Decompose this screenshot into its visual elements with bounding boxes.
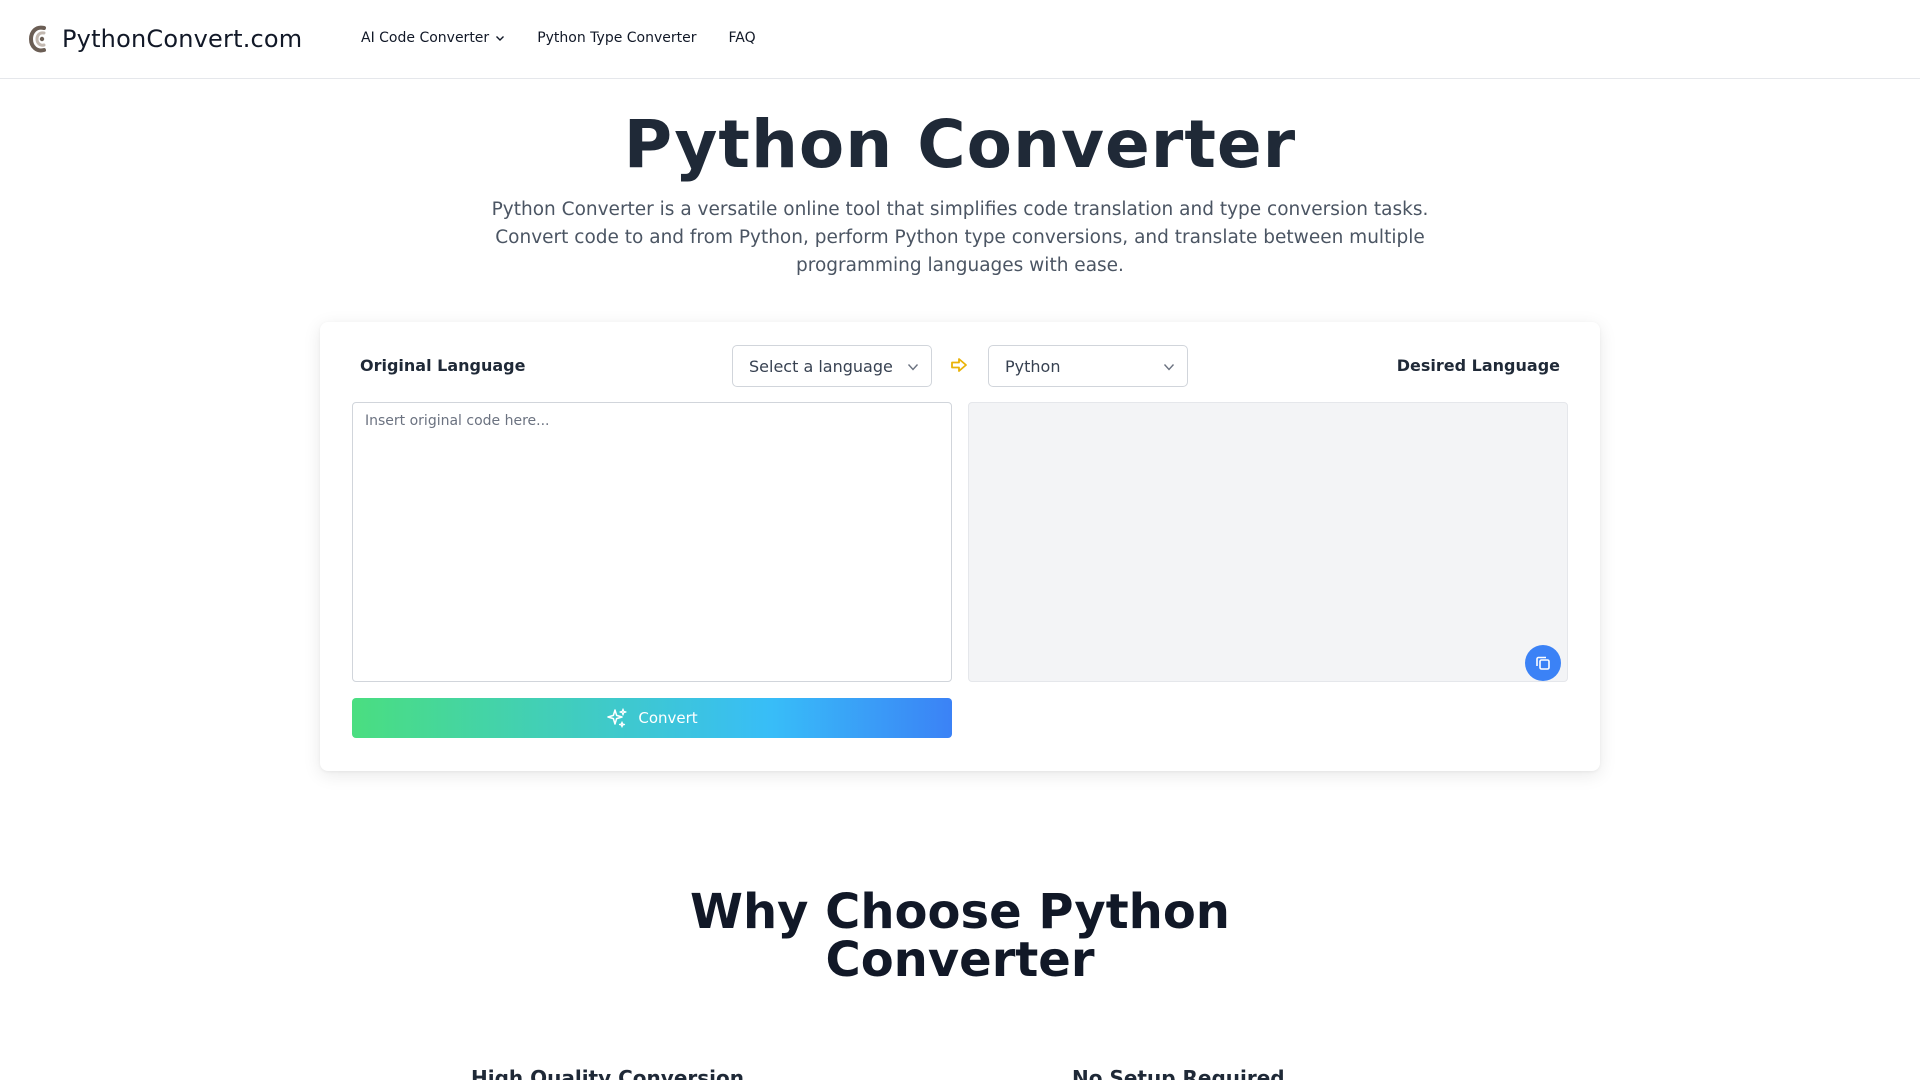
nav-faq[interactable]: FAQ [729, 30, 756, 46]
feature-title-no-setup: No Setup Required [1072, 1066, 1285, 1080]
brand-name: PythonConvert.com [62, 25, 303, 53]
source-language-value: Select a language [749, 357, 893, 376]
converted-code-output[interactable] [968, 402, 1568, 682]
nav-label: Python Type Converter [537, 30, 697, 46]
source-language-select[interactable]: Select a language [732, 345, 932, 387]
target-language-value: Python [1005, 357, 1061, 376]
logo-icon [28, 25, 46, 53]
top-navbar: PythonConvert.com AI Code Converter Pyth… [0, 0, 1920, 79]
copy-button[interactable] [1525, 645, 1561, 681]
desired-language-label: Desired Language [1396, 356, 1560, 375]
convert-button[interactable]: Convert [352, 698, 952, 738]
page-description: Python Converter is a versatile online t… [491, 199, 1429, 276]
chevron-down-icon [496, 36, 505, 41]
nav-label: AI Code Converter [361, 30, 490, 46]
main-nav: AI Code Converter Python Type Converter … [361, 30, 788, 46]
original-code-input[interactable] [352, 402, 952, 682]
chevron-down-icon [907, 364, 919, 371]
converter-card: Original Language Select a language Pyth… [320, 322, 1600, 771]
brand-link[interactable]: PythonConvert.com [28, 22, 302, 56]
chevron-down-icon [1163, 364, 1175, 371]
target-language-select[interactable]: Python [988, 345, 1188, 387]
copy-icon [1536, 656, 1550, 670]
nav-label: FAQ [728, 30, 756, 46]
feature-title-high-quality: High Quality Conversion [471, 1066, 744, 1080]
convert-button-label: Convert [638, 709, 698, 727]
sparkles-icon [607, 708, 627, 728]
why-section-title: Why Choose Python Converter [0, 888, 1920, 984]
original-language-label: Original Language [360, 356, 526, 375]
why-title-line-2: Converter [825, 932, 1095, 988]
nav-python-type-converter[interactable]: Python Type Converter [537, 30, 696, 46]
page-title: Python Converter [623, 106, 1297, 183]
nav-ai-code-converter[interactable]: AI Code Converter [361, 30, 505, 46]
arrow-right-icon [951, 358, 967, 372]
